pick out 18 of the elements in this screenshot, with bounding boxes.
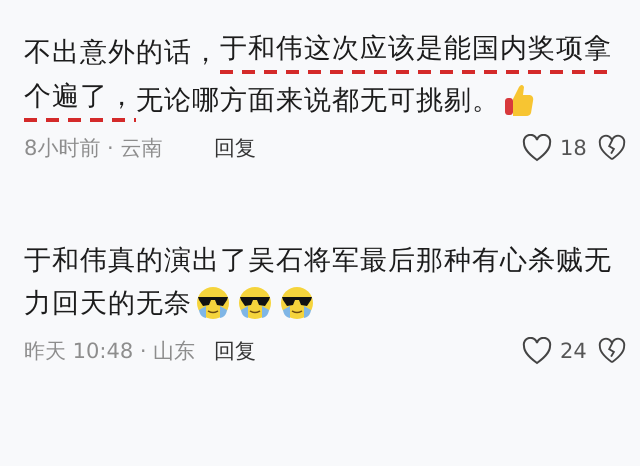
like-count: 18 <box>560 136 587 160</box>
sunglasses-crying-emoji-icon <box>196 286 230 320</box>
broken-heart-icon[interactable] <box>598 337 626 365</box>
comment-text: 力回天的无奈 <box>24 286 192 320</box>
comment-text: 于和伟真的演出了吴石将军最后那种有心杀贼无 <box>24 244 612 278</box>
reply-link[interactable]: 回复 <box>214 134 256 162</box>
reply-link[interactable]: 回复 <box>214 337 256 365</box>
broken-heart-icon[interactable] <box>598 134 626 162</box>
sunglasses-crying-emoji-icon <box>238 286 272 320</box>
like-count: 24 <box>560 339 587 363</box>
thumbs-up-icon <box>504 83 534 117</box>
heart-icon[interactable] <box>522 337 552 365</box>
comment-text: 无论哪方面来说都无可挑剔。 <box>136 84 500 118</box>
comment-text: 不出意外的话， <box>24 36 220 70</box>
comment-time-location: 昨天 10:48 · 山东 <box>24 338 196 365</box>
sunglasses-crying-emoji-icon <box>280 286 314 320</box>
comment-time-location: 8小时前 · 云南 <box>24 135 164 162</box>
heart-icon[interactable] <box>522 134 552 162</box>
